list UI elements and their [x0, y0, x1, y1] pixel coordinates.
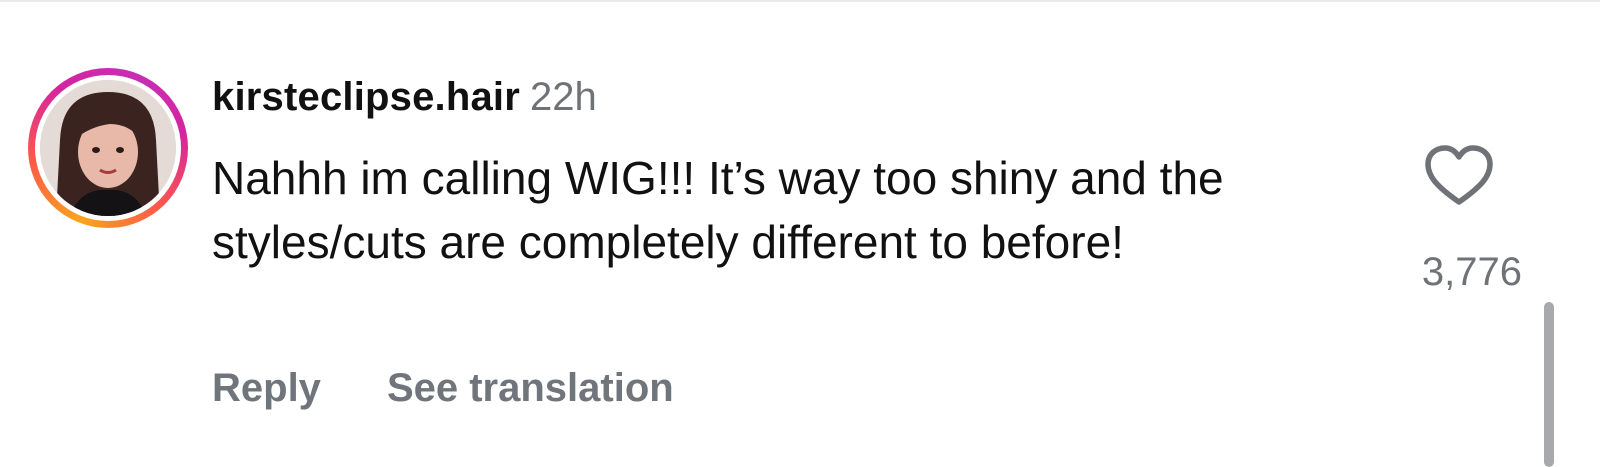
comment-header: kirsteclipse.hair 22h [212, 75, 597, 120]
like-button[interactable] [1424, 144, 1494, 208]
username-link[interactable]: kirsteclipse.hair [212, 75, 520, 119]
scrollbar[interactable] [1544, 302, 1554, 467]
comment-text: Nahhh im calling WIG!!! It’s way too shi… [212, 152, 1224, 268]
avatar[interactable] [40, 80, 176, 216]
heart-outline-icon [1425, 145, 1493, 205]
comment-actions: Reply See translation [212, 366, 674, 411]
comment-timestamp: 22h [530, 75, 597, 119]
top-divider [0, 0, 1600, 2]
reply-button[interactable]: Reply [212, 366, 321, 410]
avatar-image [40, 80, 176, 216]
see-translation-button[interactable]: See translation [387, 366, 674, 410]
avatar-story-ring[interactable] [28, 68, 188, 228]
like-count: 3,776 [1421, 250, 1522, 294]
